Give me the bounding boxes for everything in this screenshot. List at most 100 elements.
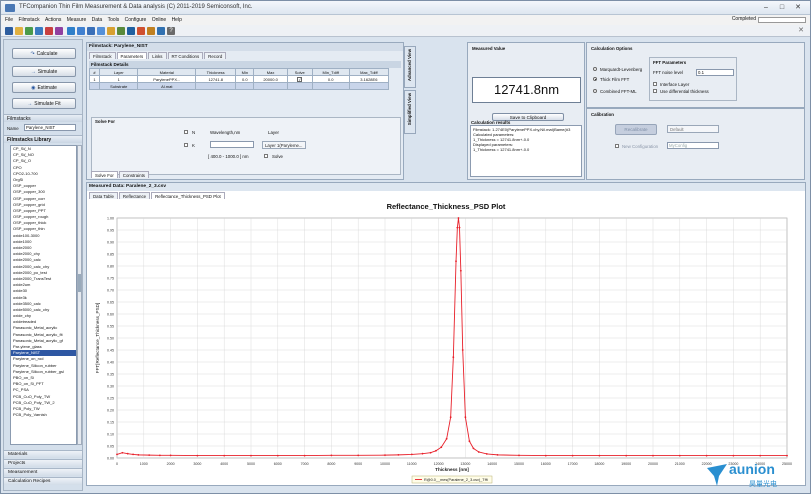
interface-label: Interface Layer bbox=[660, 82, 690, 87]
new-icon[interactable] bbox=[25, 27, 33, 35]
online-icon[interactable] bbox=[127, 27, 135, 35]
config-name-input[interactable]: MyConfig bbox=[667, 142, 719, 149]
menu-file[interactable]: File bbox=[5, 15, 13, 25]
table-cell[interactable]: 0.0 bbox=[311, 75, 350, 83]
measure-icon[interactable] bbox=[55, 27, 63, 35]
config-select[interactable]: Default bbox=[667, 125, 719, 133]
tab-reflectance[interactable]: Reflectance bbox=[118, 192, 151, 199]
differential-checkbox[interactable] bbox=[653, 89, 657, 93]
layer-select[interactable]: Layer 1(Paryleme... bbox=[262, 141, 306, 149]
tab-parameters[interactable]: Parameters bbox=[116, 52, 148, 59]
table-cell: 1 bbox=[89, 75, 100, 83]
filmstacks-header[interactable]: Filmstacks bbox=[4, 114, 82, 122]
interface-checkbox[interactable] bbox=[653, 82, 657, 86]
tab-filmstack[interactable]: Filmstack bbox=[89, 52, 116, 59]
close-icon[interactable]: ✕ bbox=[790, 3, 806, 13]
psd-chart[interactable]: 0 1000 2000 3000 4000 5000 6000 7000 8000 9000 100… bbox=[87, 213, 805, 485]
simplified-view-tab[interactable]: Simplified View bbox=[404, 90, 416, 134]
x-tick-label: 5000 bbox=[247, 462, 255, 466]
delete-icon[interactable] bbox=[45, 27, 53, 35]
noise-input[interactable]: 0.1 bbox=[696, 69, 734, 76]
fit-icon[interactable] bbox=[97, 27, 105, 35]
stop-icon[interactable] bbox=[137, 27, 145, 35]
menu-data[interactable]: Data bbox=[92, 15, 103, 25]
table-cell[interactable]: 20000.0 bbox=[253, 75, 288, 83]
tab-rt-conditions[interactable]: RT Conditions bbox=[167, 52, 204, 59]
save-icon[interactable] bbox=[5, 27, 13, 35]
recalibrate-button[interactable]: Recalibrate bbox=[615, 124, 657, 135]
simulate-icon[interactable] bbox=[77, 27, 85, 35]
minimize-icon[interactable]: – bbox=[758, 3, 774, 13]
noise-label: FFT noise level bbox=[653, 70, 683, 75]
calculate-icon[interactable] bbox=[67, 27, 75, 35]
calc-options-header: Calculation Options bbox=[591, 46, 633, 51]
wavelength-input[interactable] bbox=[210, 141, 254, 148]
k-checkbox[interactable] bbox=[184, 143, 188, 147]
data-point bbox=[485, 453, 488, 455]
tab-constraints[interactable]: Constraints bbox=[118, 171, 150, 178]
tab-psd-plot[interactable]: Reflectance_Thickness_PSD Plot bbox=[151, 192, 225, 199]
data-point bbox=[461, 349, 464, 351]
solve-checkbox[interactable]: ✓ bbox=[286, 75, 313, 83]
menu-measure[interactable]: Measure bbox=[67, 15, 86, 25]
x-tick-label: 4000 bbox=[220, 462, 228, 466]
filmstack-library-list[interactable]: CP_Si(_N CP_Si(_NO CP_Si(_O CPO CPO2-10-700 O… bbox=[10, 145, 77, 445]
tab-data-table[interactable]: Data Table bbox=[89, 192, 118, 199]
table-cell[interactable]: 3.1628E6 bbox=[348, 75, 390, 83]
advanced-view-tab[interactable]: Advanced View bbox=[404, 46, 416, 88]
list-item[interactable]: PCB_Poly_Varnish bbox=[11, 412, 76, 418]
table-cell[interactable]: Al.mat bbox=[137, 82, 197, 90]
calculation-recipes-tab[interactable]: Calculation Recipes bbox=[4, 477, 82, 485]
data-point bbox=[468, 440, 471, 443]
maximize-icon[interactable]: □ bbox=[774, 3, 790, 13]
link-icon[interactable] bbox=[157, 27, 165, 35]
calc-results-text[interactable]: Filmstack: 1.274E0(ParylenePPX.chy,Nil.m… bbox=[470, 125, 582, 177]
filmstack-header: Filmstack: Parylene_NIST bbox=[87, 43, 403, 51]
data-point bbox=[625, 454, 628, 457]
menu-online[interactable]: Online bbox=[152, 15, 166, 25]
data-point bbox=[148, 454, 151, 457]
settings-icon[interactable] bbox=[107, 27, 115, 35]
open-icon[interactable] bbox=[15, 27, 23, 35]
table-row[interactable]: 1 1 ParylenePPX... 12741.8 0.0 20000.0 ✓… bbox=[89, 75, 390, 83]
menu-help[interactable]: Help bbox=[172, 15, 182, 25]
materials-tab[interactable]: Materials bbox=[4, 450, 82, 458]
scroll-thumb[interactable] bbox=[78, 274, 81, 292]
measurement-tab[interactable]: Measurement bbox=[4, 468, 82, 476]
menu-tools[interactable]: Tools bbox=[108, 15, 120, 25]
menu-configure[interactable]: Configure bbox=[125, 15, 147, 25]
n-checkbox[interactable] bbox=[184, 130, 188, 134]
help-icon[interactable]: ? bbox=[167, 27, 175, 35]
table-cell[interactable]: 12741.8 bbox=[195, 75, 237, 83]
table-cell[interactable]: ParylenePPX... bbox=[137, 75, 197, 83]
method-combined-radio[interactable] bbox=[593, 89, 597, 93]
chart-icon[interactable] bbox=[35, 27, 43, 35]
x-tick-label: 17000 bbox=[568, 462, 578, 466]
method-ml-radio[interactable] bbox=[593, 67, 597, 71]
tab-solve-for[interactable]: Solve For bbox=[91, 171, 118, 178]
calculate-button[interactable]: ↷ Calculate bbox=[12, 48, 76, 59]
tools-icon[interactable] bbox=[147, 27, 155, 35]
library-scrollbar[interactable] bbox=[77, 145, 82, 445]
tab-links[interactable]: Links bbox=[148, 52, 167, 59]
tab-record[interactable]: Record bbox=[204, 52, 227, 59]
x-tick-label: 20000 bbox=[648, 462, 658, 466]
menu-filmstack[interactable]: Filmstack bbox=[18, 15, 39, 25]
data-point bbox=[544, 454, 547, 457]
panel-close-icon[interactable]: ✕ bbox=[798, 26, 804, 34]
logo-mark-icon bbox=[707, 464, 727, 486]
simulate-button[interactable]: → Simulate bbox=[12, 66, 76, 77]
method-fft-radio[interactable] bbox=[593, 77, 597, 81]
solve-checkbox[interactable] bbox=[264, 154, 268, 158]
table-row[interactable]: Substrate Al.mat bbox=[89, 82, 390, 90]
estimate-icon[interactable] bbox=[87, 27, 95, 35]
report-icon[interactable] bbox=[117, 27, 125, 35]
estimate-button[interactable]: ◉ Estimate bbox=[12, 82, 76, 93]
table-cell[interactable]: 0.0 bbox=[235, 75, 255, 83]
new-config-checkbox[interactable] bbox=[615, 144, 619, 148]
projects-tab[interactable]: Projects bbox=[4, 459, 82, 467]
name-field[interactable]: Parylene_NIST bbox=[24, 124, 76, 131]
simulate-fit-button[interactable]: → Simulate Fit bbox=[12, 98, 76, 109]
filmstack-table: # Layer Material Thickness Min Max Solve… bbox=[89, 68, 390, 90]
menu-actions[interactable]: Actions bbox=[45, 15, 61, 25]
